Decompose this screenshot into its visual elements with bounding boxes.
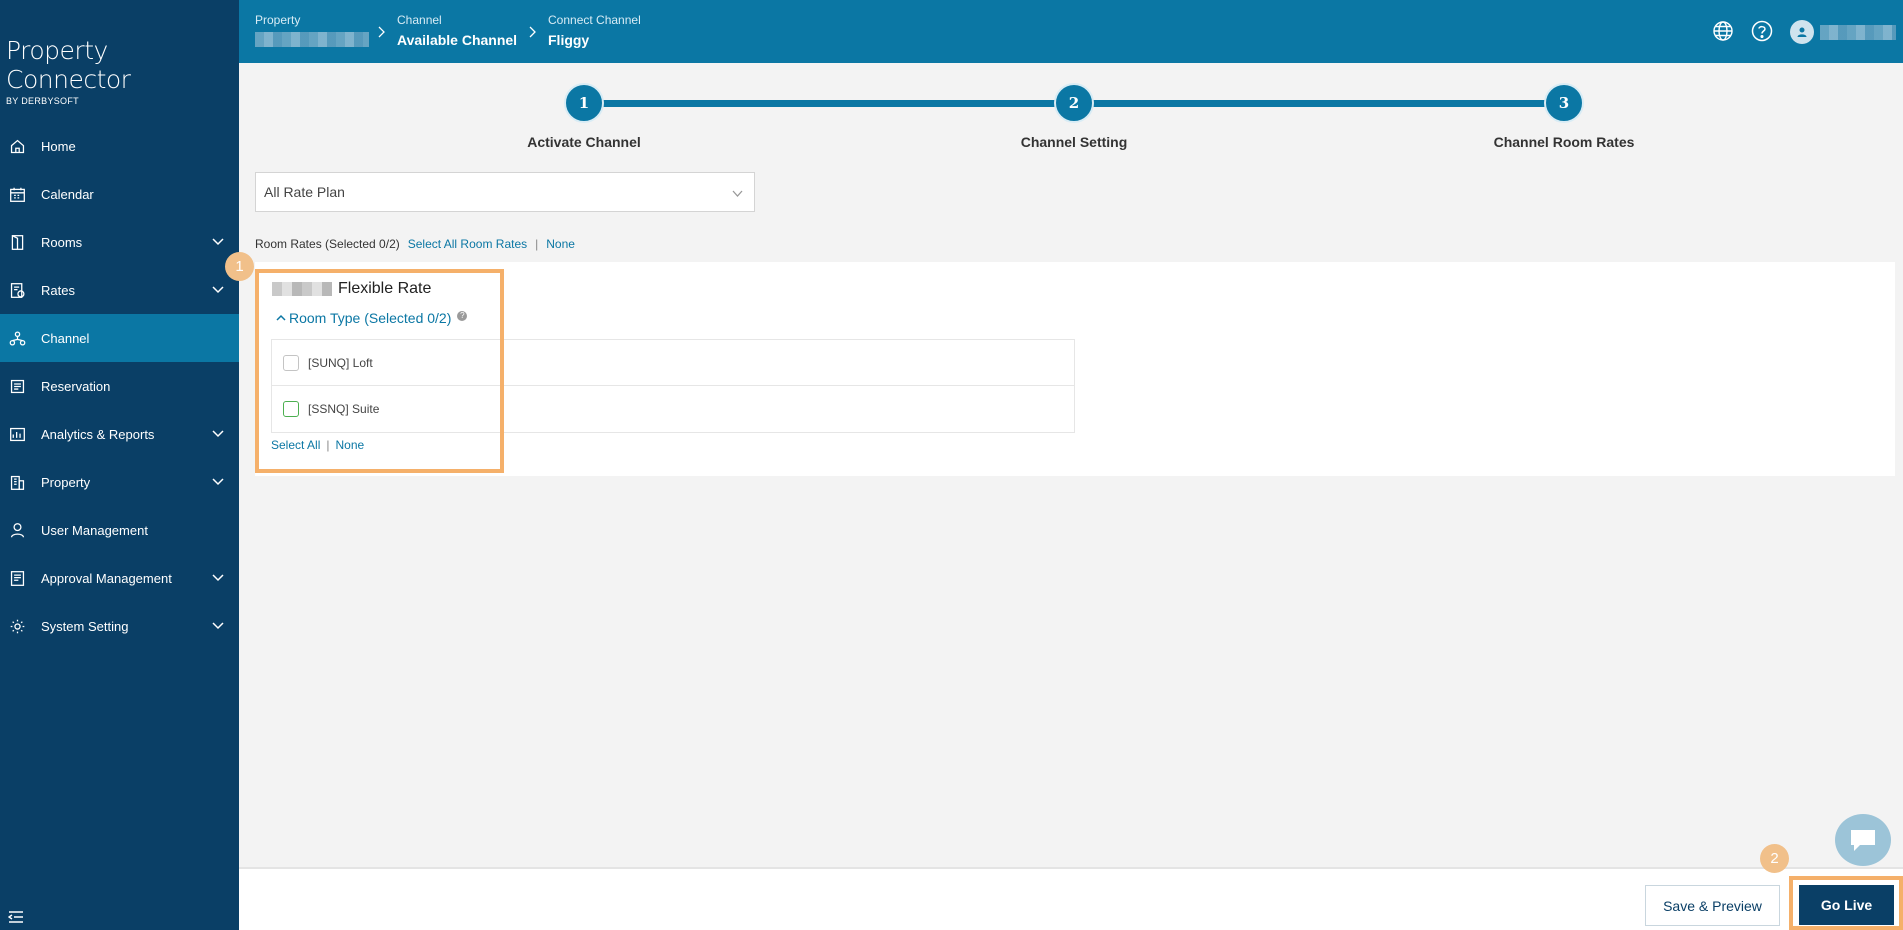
user-icon <box>1797 27 1807 37</box>
sidebar-item-channel[interactable]: Channel <box>0 314 239 362</box>
help-icon[interactable] <box>1751 20 1773 42</box>
breadcrumb-label: Channel <box>397 13 442 27</box>
rate-plan-select-value: All Rate Plan <box>264 184 345 200</box>
sidebar-item-label: Reservation <box>41 378 111 394</box>
redacted-property-name <box>255 32 369 47</box>
sidebar-item-calendar[interactable]: Calendar <box>0 170 239 218</box>
chat-button[interactable] <box>1835 814 1891 866</box>
calendar-icon <box>8 185 26 203</box>
approval-icon <box>8 569 26 587</box>
logo-subtitle: BY DERBYSOFT <box>6 96 79 106</box>
sidebar: Property Connector BY DERBYSOFT Home Cal… <box>0 0 239 930</box>
breadcrumb-label: Property <box>255 13 301 27</box>
breadcrumb-value: Fliggy <box>548 32 590 48</box>
sidebar-item-system-setting[interactable]: System Setting <box>0 602 239 650</box>
step-1-circle[interactable]: 1 <box>564 83 604 123</box>
logo-title: Property Connector <box>6 36 131 94</box>
breadcrumb-channel[interactable]: Channel Available Channel <box>397 13 517 48</box>
chevron-down-icon <box>732 190 743 197</box>
top-header: Property Channel Available Channel Conne… <box>239 0 1903 63</box>
highlight-box-2 <box>1789 876 1903 930</box>
separator: | <box>535 237 539 251</box>
breadcrumb-connect-channel: Connect Channel Fliggy <box>548 13 641 48</box>
chevron-down-icon <box>212 430 224 438</box>
annotation-badge-1: 1 <box>225 252 254 281</box>
channel-icon <box>8 329 26 347</box>
step-1-label: Activate Channel <box>527 134 641 150</box>
chevron-right-icon <box>529 26 536 38</box>
select-none-room-rates-link[interactable]: None <box>546 237 575 251</box>
sidebar-item-home[interactable]: Home <box>0 122 239 170</box>
sidebar-item-label: Calendar <box>41 186 94 202</box>
save-preview-button[interactable]: Save & Preview <box>1645 885 1780 926</box>
step-2-circle[interactable]: 2 <box>1054 83 1094 123</box>
sidebar-item-rates[interactable]: Rates <box>0 266 239 314</box>
breadcrumb-label: Connect Channel <box>548 13 641 27</box>
sidebar-item-label: System Setting <box>41 618 129 634</box>
reservation-icon <box>8 377 26 395</box>
sidebar-item-label: Property <box>41 474 91 490</box>
sidebar-item-property[interactable]: Property <box>0 458 239 506</box>
highlight-box-1 <box>255 269 504 473</box>
breadcrumb-value: Available Channel <box>397 32 518 48</box>
step-3-label: Channel Room Rates <box>1493 134 1635 150</box>
home-icon <box>8 137 26 155</box>
user-icon <box>8 521 26 539</box>
collapse-sidebar-icon[interactable] <box>8 910 24 924</box>
chevron-right-icon <box>378 26 385 38</box>
sidebar-item-label: User Management <box>41 522 148 538</box>
logo[interactable]: Property Connector BY DERBYSOFT <box>6 36 239 106</box>
sidebar-item-approval[interactable]: Approval Management <box>0 554 239 602</box>
breadcrumb-property[interactable]: Property <box>255 13 369 50</box>
select-all-room-rates-link[interactable]: Select All Room Rates <box>408 237 527 251</box>
door-icon <box>8 233 26 251</box>
analytics-icon <box>8 425 26 443</box>
breadcrumb-value <box>255 32 369 50</box>
sidebar-item-analytics[interactable]: Analytics & Reports <box>0 410 239 458</box>
globe-icon[interactable] <box>1712 20 1734 42</box>
chevron-down-icon <box>212 478 224 486</box>
redacted-user-name <box>1820 25 1896 40</box>
chevron-down-icon <box>212 574 224 582</box>
sidebar-item-label: Home <box>41 138 76 154</box>
sidebar-item-label: Rooms <box>41 234 83 250</box>
step-2-label: Channel Setting <box>1020 134 1128 150</box>
sidebar-item-reservation[interactable]: Reservation <box>0 362 239 410</box>
chevron-down-icon <box>212 286 224 294</box>
annotation-badge-2: 2 <box>1760 844 1789 873</box>
sidebar-item-user-management[interactable]: User Management <box>0 506 239 554</box>
room-rates-summary: Room Rates (Selected 0/2) Select All Roo… <box>255 237 575 251</box>
chevron-down-icon <box>212 238 224 246</box>
rates-icon <box>8 281 26 299</box>
gear-icon <box>8 617 26 635</box>
sidebar-item-label: Analytics & Reports <box>41 426 155 442</box>
sidebar-nav: Home Calendar Rooms Rates Channel Reserv… <box>0 122 239 650</box>
sidebar-item-label: Channel <box>41 330 90 346</box>
sidebar-item-rooms[interactable]: Rooms <box>0 218 239 266</box>
sidebar-item-label: Rates <box>41 282 75 298</box>
avatar[interactable] <box>1790 20 1814 44</box>
sidebar-item-label: Approval Management <box>41 570 172 586</box>
rate-plan-select[interactable]: All Rate Plan <box>255 172 755 212</box>
step-3-circle[interactable]: 3 <box>1544 83 1584 123</box>
room-rates-count: Room Rates (Selected 0/2) <box>255 237 400 251</box>
chat-bubble-icon <box>1851 830 1875 851</box>
chevron-down-icon <box>212 622 224 630</box>
building-icon <box>8 473 26 491</box>
